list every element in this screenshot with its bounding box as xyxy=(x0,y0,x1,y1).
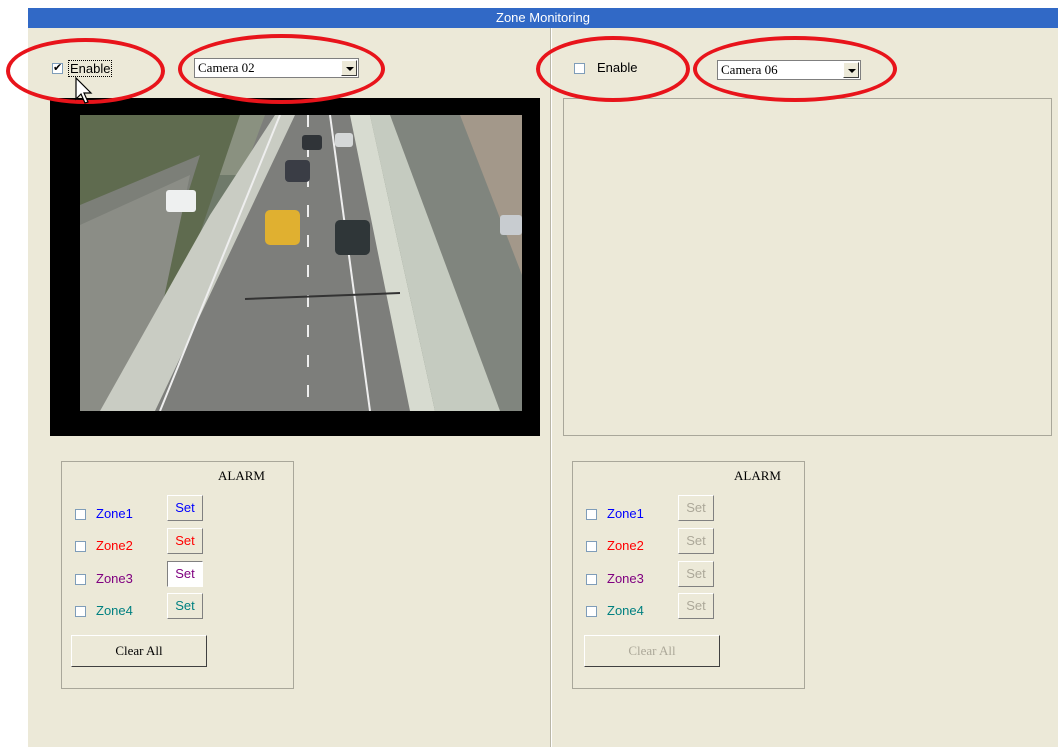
right-clear-all-button[interactable]: Clear All xyxy=(584,635,720,667)
left-zone1-checkbox[interactable] xyxy=(75,509,86,520)
right-zone4-checkbox[interactable] xyxy=(586,606,597,617)
left-clear-all-button[interactable]: Clear All xyxy=(71,635,207,667)
right-zone1-label: Zone1 xyxy=(607,506,644,521)
left-zone4-set-button[interactable]: Set xyxy=(167,593,203,619)
right-zone1-set-button[interactable]: Set xyxy=(678,495,714,521)
left-zone1-label: Zone1 xyxy=(96,506,133,521)
right-zone2-set-button[interactable]: Set xyxy=(678,528,714,554)
left-zone3-label: Zone3 xyxy=(96,571,133,586)
camera-video-feed xyxy=(80,115,522,411)
left-zone3-set-button[interactable]: Set xyxy=(167,561,203,587)
right-zone2-checkbox[interactable] xyxy=(586,541,597,552)
right-zone3-label: Zone3 xyxy=(607,571,644,586)
highlight-ring-right-camera xyxy=(693,36,897,102)
left-zone4-checkbox[interactable] xyxy=(75,606,86,617)
right-zone1-checkbox[interactable] xyxy=(586,509,597,520)
left-zone3-checkbox[interactable] xyxy=(75,574,86,585)
left-alarm-title: ALARM xyxy=(218,468,265,483)
right-alarm-title: ALARM xyxy=(734,468,781,483)
left-zone1-set-button[interactable]: Set xyxy=(167,495,203,521)
left-zone2-label: Zone2 xyxy=(96,538,133,553)
highlight-ring-right-enable xyxy=(536,36,690,102)
right-zone4-label: Zone4 xyxy=(607,603,644,618)
left-zone2-set-button[interactable]: Set xyxy=(167,528,203,554)
right-zone4-set-button[interactable]: Set xyxy=(678,593,714,619)
right-zone3-checkbox[interactable] xyxy=(586,574,597,585)
right-zone2-label: Zone2 xyxy=(607,538,644,553)
left-zone2-checkbox[interactable] xyxy=(75,541,86,552)
left-zone4-label: Zone4 xyxy=(96,603,133,618)
mouse-pointer-icon xyxy=(75,77,93,104)
highlight-ring-left-camera xyxy=(178,34,385,104)
window-title: Zone Monitoring xyxy=(28,8,1058,28)
right-video-view xyxy=(563,98,1052,436)
right-zone3-set-button[interactable]: Set xyxy=(678,561,714,587)
